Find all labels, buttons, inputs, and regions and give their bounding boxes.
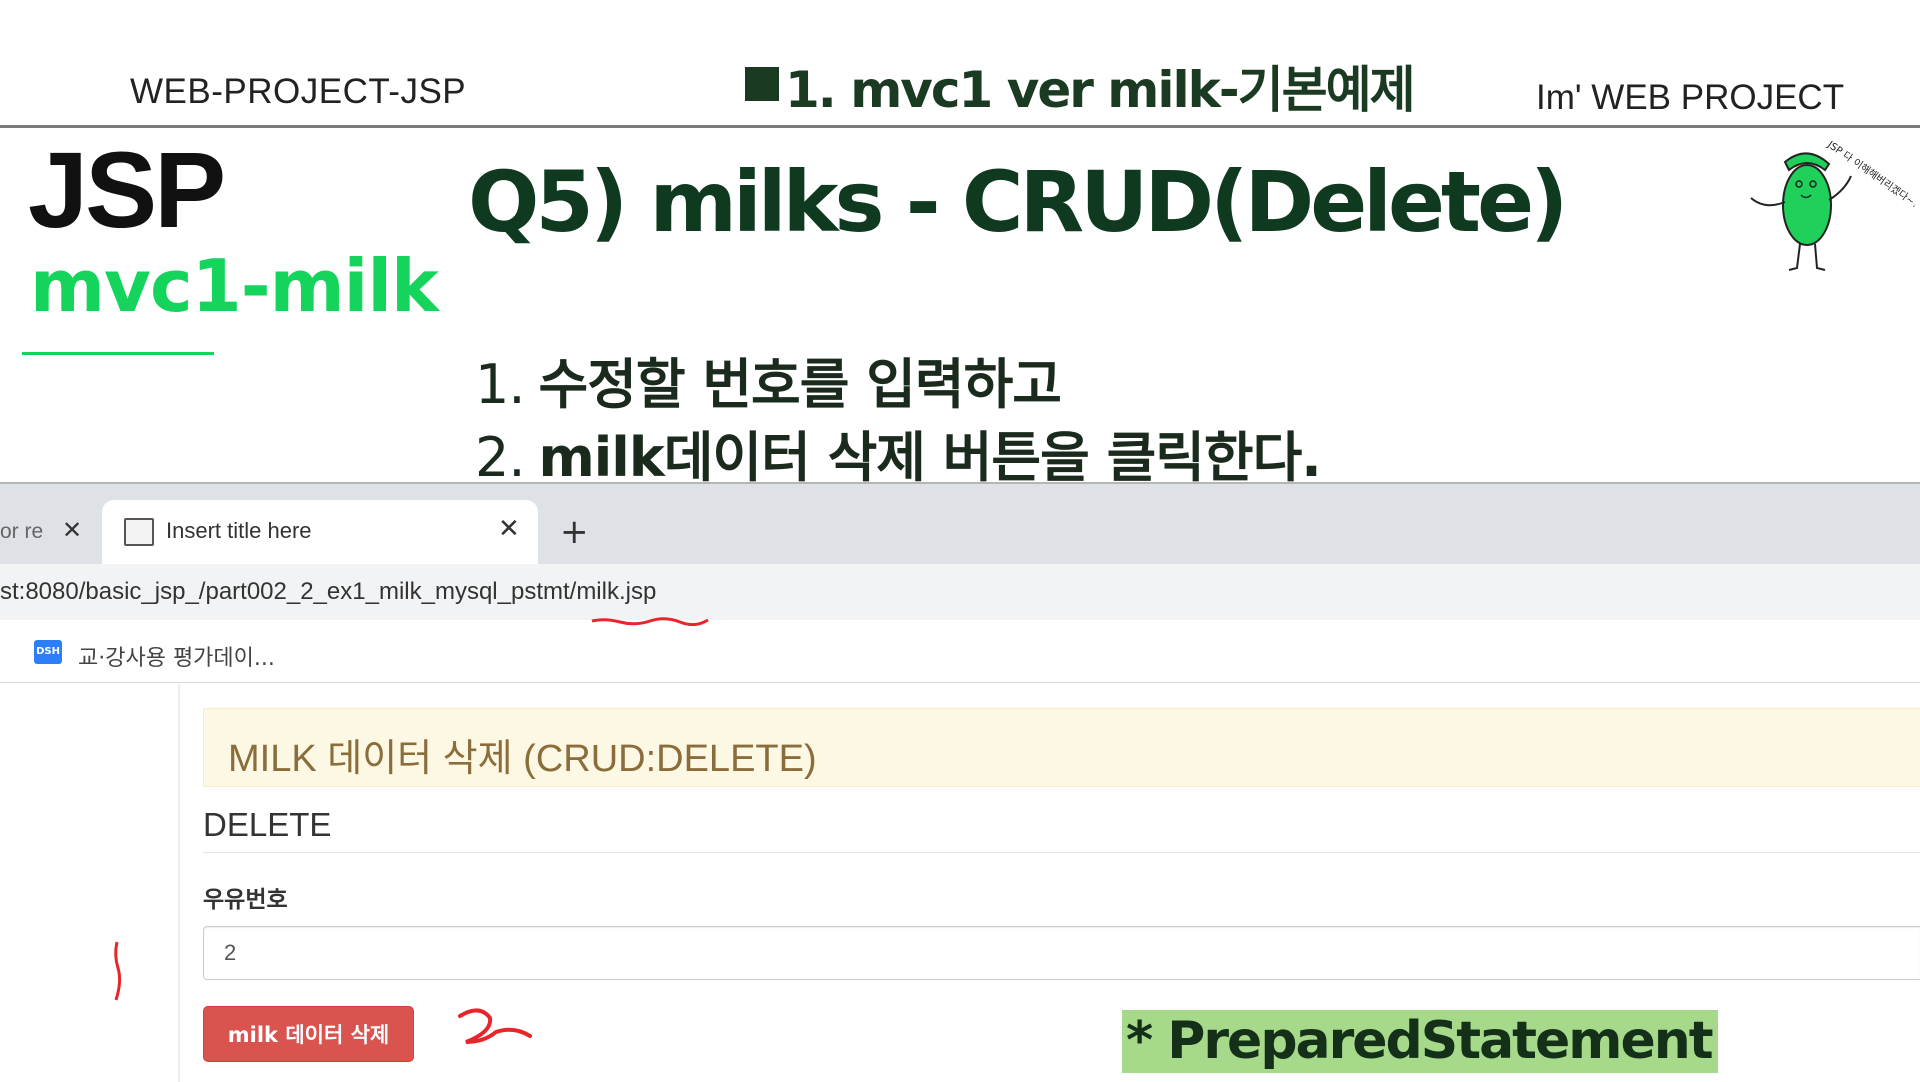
mascot-caption: JSP 다 이해해버리겠다~! (1824, 140, 1915, 210)
browser-window: or re ✕ Insert title here ✕ + st:8080/ba… (0, 482, 1920, 1082)
milk-number-label: 우유번호 (203, 887, 288, 913)
panel-heading: MILK 데이터 삭제 (CRUD:DELETE) (203, 708, 1920, 787)
close-icon[interactable]: ✕ (62, 516, 82, 545)
step-item: 1. 수정할 번호를 입력하고 (475, 348, 1321, 421)
step-text: milk데이터 삭제 버튼을 클릭한다. (538, 426, 1322, 489)
question-title: Q5) milks - CRUD(Delete) (468, 153, 1568, 251)
page-favicon-icon (124, 518, 154, 546)
tab-strip: or re ✕ Insert title here ✕ + (0, 484, 1920, 564)
address-bar[interactable]: st:8080/basic_jsp_/part002_2_ex1_milk_my… (0, 564, 1920, 620)
delete-milk-button[interactable]: milk 데이터 삭제 (203, 1006, 414, 1062)
steps-list: 1. 수정할 번호를 입력하고 2. milk데이터 삭제 버튼을 클릭한다. (475, 348, 1322, 494)
header-left-text: WEB-PROJECT-JSP (130, 72, 467, 111)
header-right-text: Im' WEB PROJECT (1536, 78, 1845, 117)
page-left-border (178, 684, 180, 1082)
tab-active[interactable]: Insert title here ✕ (102, 500, 538, 564)
red-underline-annotation (591, 617, 709, 626)
header-center-title: 1. mvc1 ver milk-기본예제 (745, 50, 1416, 122)
close-icon[interactable]: ✕ (498, 514, 520, 544)
header-center-text: 1. mvc1 ver milk-기본예제 (785, 61, 1416, 119)
tab-title: Insert title here (166, 518, 312, 543)
subtitle-underline (22, 352, 214, 355)
mascot-illustration: JSP 다 이해해버리겠다~! (1750, 140, 1915, 271)
address-url[interactable]: st:8080/basic_jsp_/part002_2_ex1_milk_my… (0, 578, 656, 606)
header-divider (0, 125, 1920, 128)
tab-previous-label: or re (0, 520, 44, 543)
square-bullet-icon (745, 67, 779, 101)
legend-divider (203, 852, 1920, 853)
prepared-statement-note: * PreparedStatement (1122, 1010, 1718, 1073)
step-number: 2. (475, 426, 526, 489)
form-legend: DELETE (203, 806, 332, 843)
red-side-annotation (114, 941, 122, 1001)
new-tab-button[interactable]: + (560, 512, 589, 552)
left-title: JSP (28, 129, 226, 250)
step-number: 1. (475, 353, 526, 416)
tab-previous[interactable]: or re ✕ (0, 512, 90, 552)
left-subtitle: mvc1-milk (30, 244, 439, 328)
step-text: 수정할 번호를 입력하고 (538, 353, 1062, 416)
panel-heading-text: MILK 데이터 삭제 (CRUD:DELETE) (228, 738, 817, 780)
bookmark-label[interactable]: 교·강사용 평가데이... (78, 640, 275, 672)
bookmark-dsh-icon[interactable]: DSH (34, 640, 62, 664)
bookmarks-bar: DSH 교·강사용 평가데이... (0, 620, 1920, 683)
milk-number-input[interactable] (203, 926, 1920, 980)
red-arrow-annotation (458, 1008, 532, 1044)
